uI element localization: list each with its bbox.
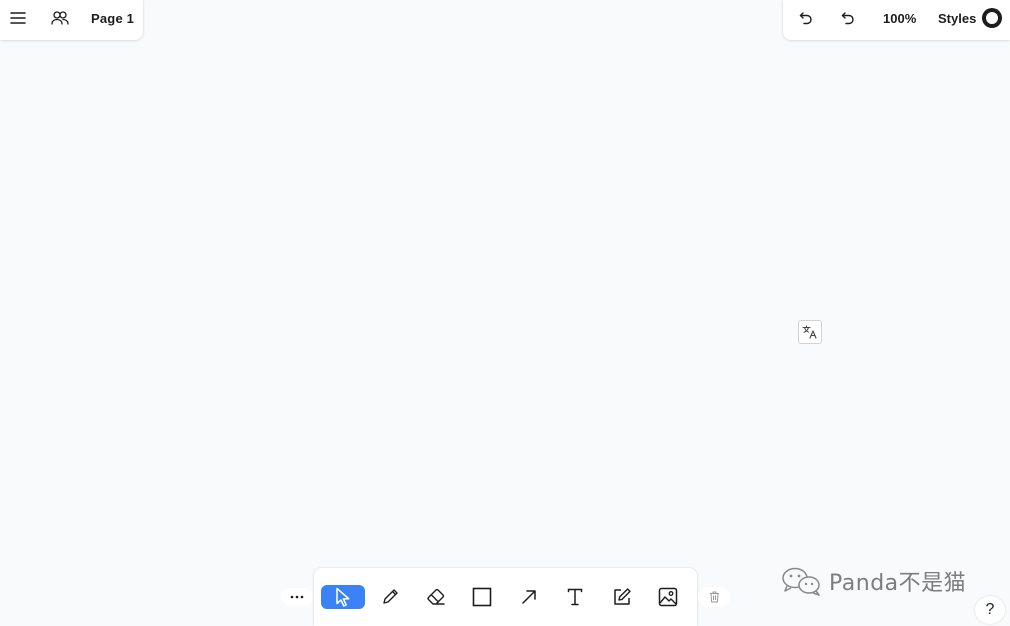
cursor-icon (336, 587, 350, 607)
watermark: Panda不是猫 (781, 566, 966, 596)
redo-button[interactable] (832, 2, 864, 34)
text-icon (567, 588, 583, 606)
eraser-icon (427, 588, 445, 605)
watermark-text: Panda不是猫 (829, 571, 967, 596)
tool-arrow[interactable] (507, 585, 551, 609)
people-button[interactable] (44, 2, 76, 34)
style-color-swatch[interactable] (982, 8, 1002, 28)
tool-image[interactable] (646, 585, 690, 609)
tool-draw[interactable] (368, 585, 412, 609)
undo-icon (799, 12, 812, 25)
ellipsis-icon (290, 595, 304, 599)
undo-button[interactable] (790, 2, 822, 34)
translate-button[interactable] (798, 320, 822, 344)
square-icon (472, 587, 492, 607)
tool-note[interactable] (600, 585, 644, 609)
wechat-icon (782, 567, 820, 596)
people-icon (51, 11, 69, 25)
whiteboard-canvas[interactable]: Page 1 100% Styles Panda不是猫 ? (0, 0, 1010, 626)
note-icon (614, 588, 631, 605)
help-button[interactable]: ? (975, 596, 1005, 624)
translate-icon (802, 325, 817, 339)
delete-button[interactable] (698, 587, 730, 607)
page-title[interactable]: Page 1 (91, 11, 134, 26)
tool-rectangle[interactable] (460, 585, 504, 609)
redo-icon (841, 12, 854, 25)
menu-button[interactable] (2, 2, 34, 34)
tool-select[interactable] (321, 585, 365, 609)
arrow-icon (522, 590, 536, 604)
tool-eraser[interactable] (414, 585, 458, 609)
more-button[interactable] (281, 588, 313, 606)
styles-button[interactable]: Styles (938, 11, 976, 26)
image-icon (658, 587, 678, 607)
pencil-icon (383, 589, 398, 604)
hamburger-icon (10, 12, 26, 24)
trash-icon (709, 591, 719, 603)
tool-text[interactable] (553, 585, 597, 609)
zoom-level[interactable]: 100% (883, 11, 916, 26)
